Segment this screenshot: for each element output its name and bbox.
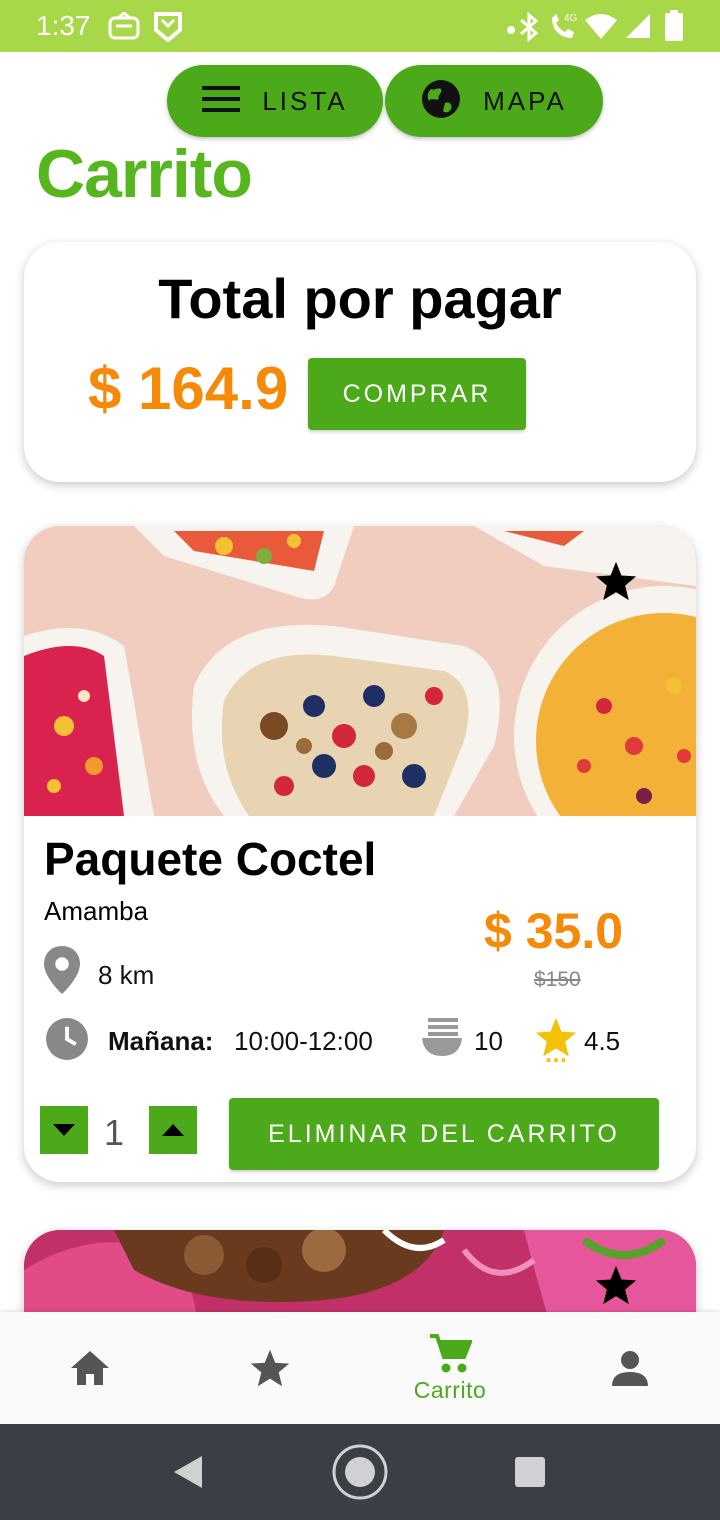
nav-cart-label: Carrito xyxy=(413,1376,487,1403)
favorite-star-icon[interactable] xyxy=(594,1264,638,1311)
total-card: Total por pagar $ 164.9 COMPRAR xyxy=(24,242,696,482)
status-bar: 1:37 4G xyxy=(0,0,720,52)
signal-icon xyxy=(624,12,652,45)
quantity-value: 1 xyxy=(104,1112,125,1153)
back-icon[interactable] xyxy=(172,1454,204,1495)
cart-screen: 1:37 4G LISTA MAPA Carrito Total por pag… xyxy=(0,0,720,1520)
distance: 8 km xyxy=(98,960,155,990)
list-view-label: LISTA xyxy=(262,85,348,116)
remove-from-cart-button[interactable]: ELIMINAR DEL CARRITO xyxy=(229,1098,659,1170)
menu-icon xyxy=(202,85,241,117)
total-amount: $ 164.9 xyxy=(88,355,289,422)
system-navigation-bar xyxy=(0,1424,720,1520)
nav-home[interactable] xyxy=(0,1312,180,1424)
call-4g-icon: 4G xyxy=(548,10,584,47)
favorite-star-icon[interactable] xyxy=(594,560,638,607)
shield-icon xyxy=(154,12,182,47)
list-view-button[interactable]: LISTA xyxy=(167,65,383,137)
bottom-navigation: Carrito xyxy=(0,1312,720,1424)
map-view-button[interactable]: MAPA xyxy=(385,65,603,137)
globe-icon xyxy=(421,79,461,124)
cart-icon xyxy=(430,1333,472,1372)
store-name: Amamba xyxy=(44,896,149,926)
total-title: Total por pagar xyxy=(158,267,562,330)
chevron-up-icon xyxy=(162,1124,184,1136)
bowl-icon xyxy=(420,1016,464,1065)
original-price: $150 xyxy=(534,968,581,991)
increase-quantity-button[interactable] xyxy=(149,1106,197,1154)
clock-icon xyxy=(46,1018,88,1065)
schedule-time: 10:00-12:00 xyxy=(234,1026,373,1056)
buy-button[interactable]: COMPRAR xyxy=(308,358,526,430)
home-icon xyxy=(71,1351,109,1385)
schedule-label: Mañana: xyxy=(108,1026,214,1056)
recents-icon[interactable] xyxy=(514,1456,546,1493)
dot-icon xyxy=(506,22,516,40)
star-icon xyxy=(250,1349,290,1387)
decrease-quantity-button[interactable] xyxy=(40,1106,88,1154)
notification-icon xyxy=(108,11,140,47)
nav-favorites[interactable] xyxy=(180,1312,360,1424)
rating-star-icon xyxy=(534,1016,578,1067)
person-icon xyxy=(612,1351,648,1386)
rating: 4.5 xyxy=(584,1026,621,1056)
bluetooth-icon xyxy=(518,11,540,47)
network-label: 4G xyxy=(564,13,578,24)
chevron-down-icon xyxy=(53,1124,75,1136)
nav-cart[interactable]: Carrito xyxy=(360,1312,540,1424)
product-card[interactable]: Paquete Coctel Amamba $ 35.0 $150 8 km M… xyxy=(24,526,696,1182)
nav-profile[interactable] xyxy=(540,1312,720,1424)
home-circle-icon[interactable] xyxy=(331,1443,389,1506)
location-pin-icon xyxy=(44,946,80,999)
wifi-icon xyxy=(584,12,618,45)
battery-icon xyxy=(664,10,684,47)
map-view-label: MAPA xyxy=(483,85,567,116)
product-price: $ 35.0 xyxy=(484,903,624,959)
product-name: Paquete Coctel xyxy=(44,833,377,885)
status-time: 1:37 xyxy=(36,10,91,41)
page-title: Carrito xyxy=(36,136,253,212)
portions: 10 xyxy=(474,1026,503,1056)
